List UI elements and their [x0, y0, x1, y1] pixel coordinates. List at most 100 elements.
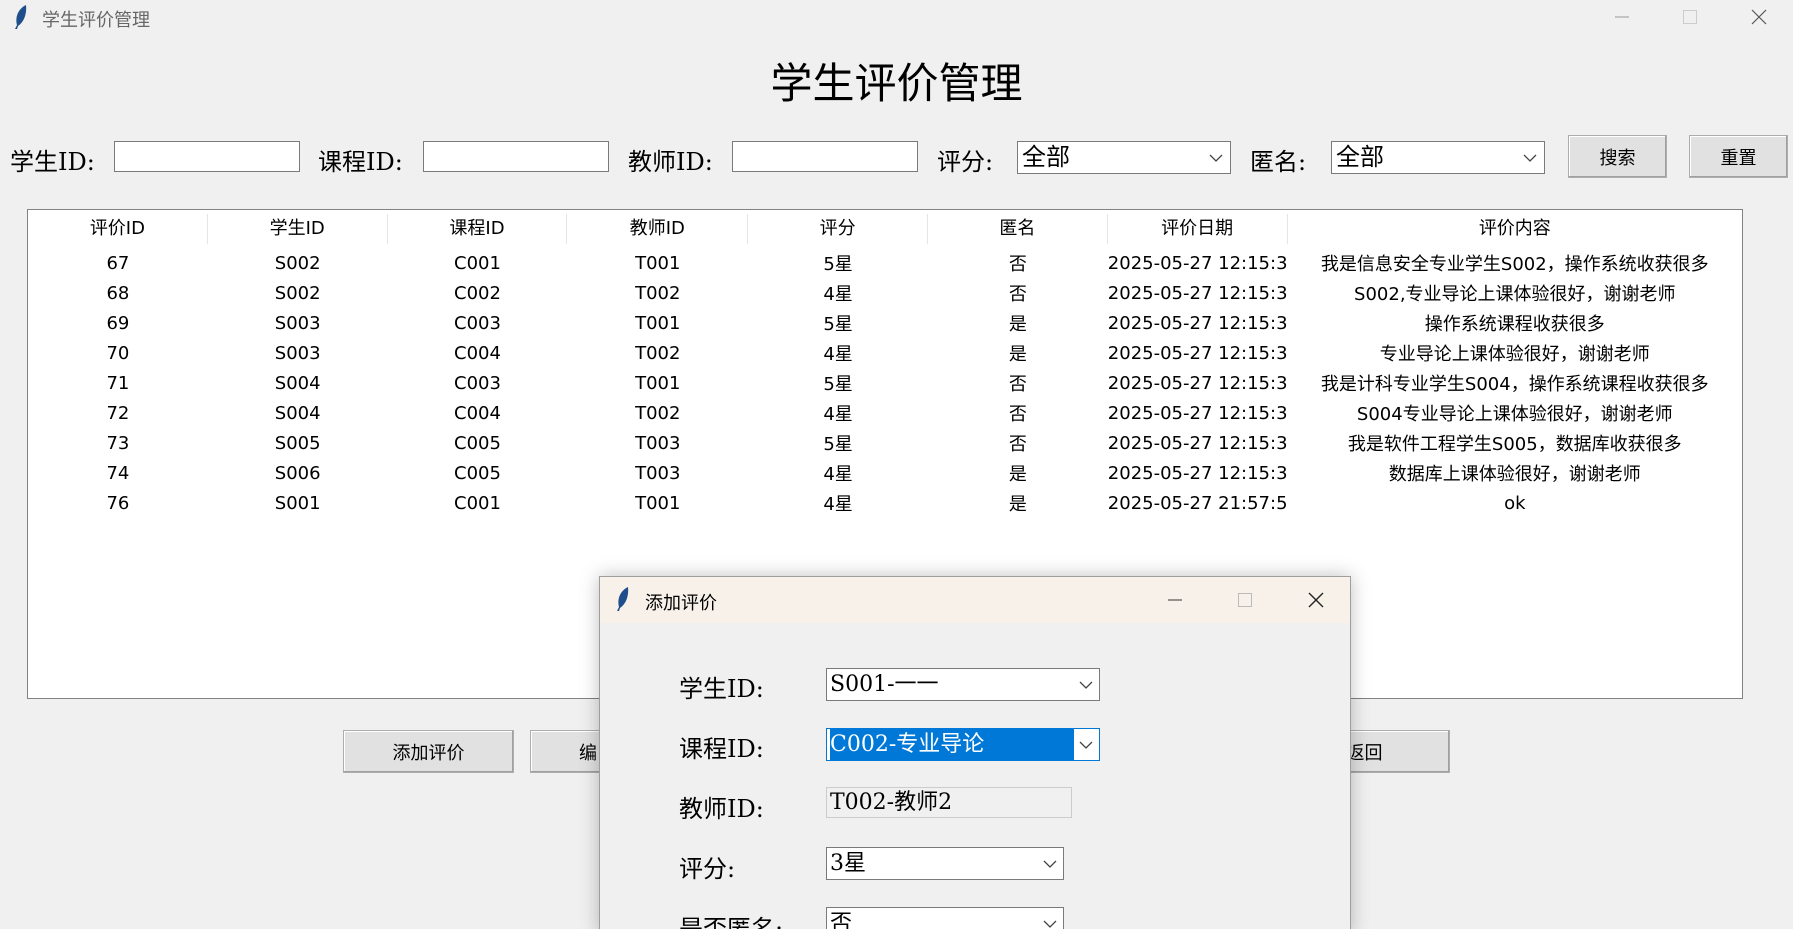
teacher-id-input[interactable] [732, 141, 918, 172]
dialog-student-select[interactable]: S001-一一 [826, 668, 1100, 701]
table-cell: 操作系统课程收获很多 [1424, 314, 1605, 335]
column-header[interactable]: 教师ID [567, 214, 749, 244]
maximize-icon [1238, 593, 1252, 607]
table-cell: S003 [274, 312, 321, 334]
table-cell: 2025-05-27 12:15:3 [1107, 372, 1288, 394]
table-cell: T001 [635, 492, 681, 514]
dialog-minimize-button[interactable] [1145, 583, 1205, 617]
table-row[interactable]: 67 S002 C001 T001 5星 否 2025-05-27 12:15:3 我是信息安… [28, 248, 1742, 278]
table-cell: 73 [106, 432, 130, 454]
table-cell: C005 [454, 432, 501, 454]
table-cell: S002 [274, 282, 321, 304]
table-cell: 2025-05-27 12:15:3 [1107, 342, 1288, 364]
maximize-button[interactable] [1656, 0, 1724, 34]
table-cell: S002 [274, 252, 321, 274]
table-row[interactable]: 76 S001 C001 T001 4星 是 2025-05-27 21:57:5 ok [28, 488, 1742, 518]
table-cell: 否 [1008, 374, 1027, 395]
table-cell: 5星 [823, 434, 853, 455]
column-header[interactable]: 学生ID [208, 214, 388, 244]
table-cell: T002 [635, 282, 681, 304]
reset-button[interactable]: 重置 [1689, 135, 1788, 178]
table-cell: 2025-05-27 12:15:3 [1107, 282, 1288, 304]
table-cell: 2025-05-27 12:15:3 [1107, 432, 1288, 454]
anonymous-select-value: 全部 [1336, 143, 1384, 171]
table-cell: 67 [106, 252, 130, 274]
anonymous-label: 匿名: [1250, 148, 1307, 176]
close-button[interactable] [1725, 0, 1793, 34]
table-cell: T003 [635, 462, 681, 484]
table-row[interactable]: 72 S004 C004 T002 4星 否 2025-05-27 12:15:3 S004专… [28, 398, 1742, 428]
table-row[interactable]: 71 S004 C003 T001 5星 否 2025-05-27 12:15:3 我是计科专… [28, 368, 1742, 398]
table-cell: T001 [635, 312, 681, 334]
table-cell: T001 [635, 252, 681, 274]
column-header[interactable]: 评分 [748, 214, 928, 244]
add-evaluation-button[interactable]: 添加评价 [343, 730, 514, 773]
table-cell: C003 [454, 372, 501, 394]
maximize-icon [1683, 10, 1697, 24]
table-cell: C002 [454, 282, 501, 304]
column-header[interactable]: 匿名 [928, 214, 1108, 244]
table-cell: C003 [454, 312, 501, 334]
table-cell: C004 [454, 342, 501, 364]
table-cell: ok [1504, 492, 1526, 514]
table-scrollbar[interactable] [1743, 209, 1765, 699]
teacher-id-label: 教师ID: [628, 148, 713, 176]
table-cell: 4星 [823, 494, 853, 515]
course-id-input[interactable] [423, 141, 609, 172]
table-cell: 2025-05-27 12:15:3 [1107, 312, 1288, 334]
column-header[interactable]: 评价内容 [1288, 214, 1742, 244]
anonymous-select[interactable]: 全部 [1331, 141, 1545, 174]
rating-label: 评分: [937, 148, 994, 176]
minimize-button[interactable] [1588, 0, 1656, 34]
chevron-down-icon [1042, 848, 1058, 879]
table-cell: 5星 [823, 314, 853, 335]
table-cell: 否 [1008, 434, 1027, 455]
table-cell: 2025-05-27 21:57:5 [1107, 492, 1288, 514]
column-header[interactable]: 课程ID [388, 214, 568, 244]
table-cell: 72 [106, 402, 130, 424]
dialog-course-select[interactable]: C002-专业导论 [826, 728, 1100, 761]
table-cell: 74 [106, 462, 130, 484]
table-cell: 数据库上课体验很好，谢谢老师 [1388, 464, 1641, 485]
search-button[interactable]: 搜索 [1568, 135, 1667, 178]
column-header[interactable]: 评价ID [28, 214, 208, 244]
table-cell: 2025-05-27 12:15:3 [1107, 402, 1288, 424]
close-icon [1751, 9, 1767, 25]
dialog-anonymous-label: 是否匿名: [679, 915, 784, 929]
dialog-rating-select[interactable]: 3星 [826, 847, 1064, 880]
column-header[interactable]: 评价日期 [1108, 214, 1288, 244]
minimize-icon [1615, 16, 1629, 18]
feather-icon [617, 587, 629, 611]
chevron-down-icon [1078, 729, 1094, 760]
close-icon [1308, 592, 1324, 608]
dialog-title: 添加评价 [645, 593, 717, 614]
table-cell: S005 [274, 432, 321, 454]
table-row[interactable]: 74 S006 C005 T003 4星 是 2025-05-27 12:15:3 数据库上课… [28, 458, 1742, 488]
table-cell: 是 [1008, 314, 1027, 335]
dialog-maximize-button[interactable] [1215, 583, 1275, 617]
chevron-down-icon [1042, 908, 1058, 929]
dialog-rating-label: 评分: [679, 855, 736, 883]
table-row[interactable]: 68 S002 C002 T002 4星 否 2025-05-27 12:15:3 S002,… [28, 278, 1742, 308]
table-cell: S006 [274, 462, 321, 484]
table-row[interactable]: 70 S003 C004 T002 4星 是 2025-05-27 12:15:3 专业导论上… [28, 338, 1742, 368]
dialog-teacher-label: 教师ID: [679, 795, 764, 823]
rating-select[interactable]: 全部 [1017, 141, 1231, 174]
minimize-icon [1168, 599, 1182, 601]
table-row[interactable]: 73 S005 C005 T003 5星 否 2025-05-27 12:15:3 我是软件工… [28, 428, 1742, 458]
table-cell: 68 [106, 282, 130, 304]
table-row[interactable]: 69 S003 C003 T001 5星 是 2025-05-27 12:15:3 操作系统课… [28, 308, 1742, 338]
table-cell: T001 [635, 372, 681, 394]
table-cell: 5星 [823, 254, 853, 275]
table-cell: 2025-05-27 12:15:3 [1107, 462, 1288, 484]
chevron-down-icon [1522, 142, 1538, 173]
table-cell: C001 [454, 252, 501, 274]
table-cell: 4星 [823, 284, 853, 305]
table-cell: 70 [106, 342, 130, 364]
table-cell: 69 [106, 312, 130, 334]
student-id-input[interactable] [114, 141, 300, 172]
dialog-close-button[interactable] [1286, 583, 1346, 617]
chevron-down-icon [1078, 669, 1094, 700]
dialog-anonymous-select[interactable]: 否 [826, 907, 1064, 929]
table-cell: S003 [274, 342, 321, 364]
